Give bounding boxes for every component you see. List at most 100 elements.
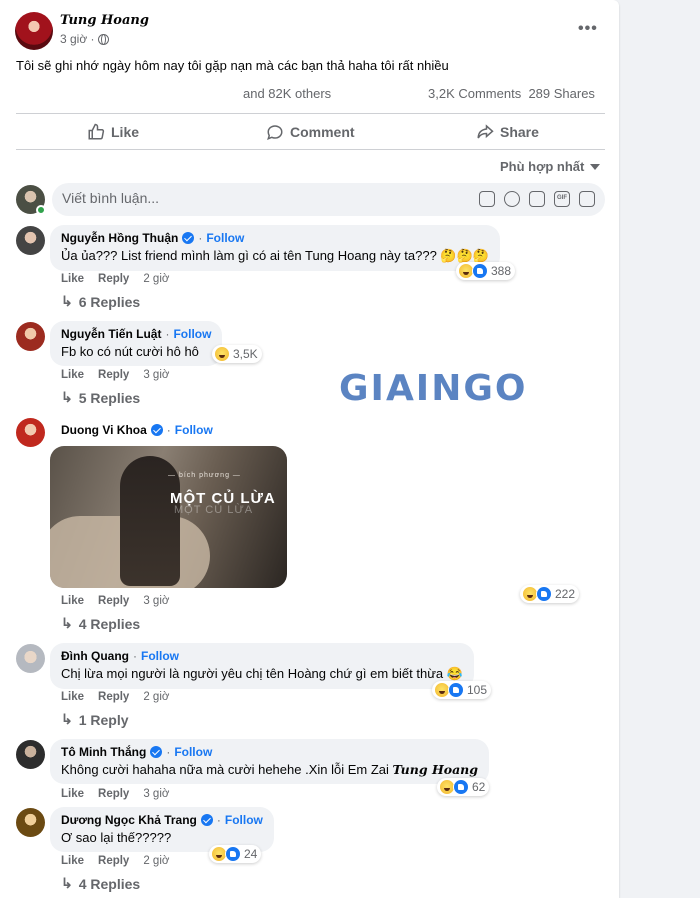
follow-button[interactable]: Follow bbox=[225, 813, 263, 827]
comment-button[interactable]: Comment bbox=[266, 123, 355, 141]
comment-header: Duong Vi Khoa · Follow bbox=[61, 423, 213, 437]
reactions-summary[interactable]: and 82K others bbox=[243, 86, 331, 101]
comment-reply-button[interactable]: Reply bbox=[98, 273, 129, 285]
gif-icon[interactable] bbox=[554, 191, 570, 207]
comment-photo[interactable]: — bích phương — MỘT CỦ LỪA MỘT CỦ LỪA bbox=[50, 446, 287, 588]
comments-count[interactable]: 3,2K Comments bbox=[428, 86, 521, 101]
commenter-name[interactable]: Đình Quang bbox=[61, 649, 129, 663]
comment-time: 3 giờ bbox=[143, 595, 170, 607]
commenter-name[interactable]: Duong Vi Khoa bbox=[61, 423, 147, 437]
author-avatar[interactable] bbox=[15, 12, 53, 50]
emoji-icon[interactable] bbox=[504, 191, 520, 207]
comment-text-row: Không cười hahaha nữa mà cười hehehe .Xi… bbox=[61, 762, 478, 777]
comment-text: Chị lừa mọi người là người yêu chị tên H… bbox=[61, 666, 463, 681]
comment-label: Comment bbox=[290, 124, 355, 140]
comment-like-button[interactable]: Like bbox=[61, 595, 84, 607]
thumbs-up-icon bbox=[88, 123, 105, 140]
comment-reactions[interactable]: 388 bbox=[456, 262, 516, 280]
comment-sort-dropdown[interactable]: Phù hợp nhất bbox=[500, 159, 601, 174]
comment-reply-button[interactable]: Reply bbox=[98, 855, 129, 867]
camera-icon[interactable] bbox=[529, 191, 545, 207]
comment-reactions[interactable]: 3,5K bbox=[212, 345, 262, 363]
comment-reply-button[interactable]: Reply bbox=[98, 595, 129, 607]
post-meta: 3 giờ · bbox=[60, 32, 109, 46]
comment-like-button[interactable]: Like bbox=[61, 691, 84, 703]
commenter-avatar[interactable] bbox=[16, 226, 45, 255]
more-options-icon[interactable]: ••• bbox=[578, 20, 598, 38]
comment-reactions[interactable]: 222 bbox=[520, 585, 580, 603]
share-button[interactable]: Share bbox=[476, 123, 539, 141]
post-author[interactable]: Tung Hoang bbox=[60, 13, 149, 28]
commenter-avatar[interactable] bbox=[16, 644, 45, 673]
comment-text: Ơ sao lại thế????? bbox=[61, 830, 172, 845]
comment-input[interactable] bbox=[62, 190, 462, 206]
comment-text: Ủa ủa??? List friend mình làm gì có ai t… bbox=[61, 248, 489, 263]
verified-badge-icon bbox=[182, 232, 195, 244]
commenter-avatar[interactable] bbox=[16, 808, 45, 837]
reaction-count: 105 bbox=[467, 683, 488, 697]
comment-time: 3 giờ bbox=[143, 369, 170, 381]
post-time[interactable]: 3 giờ · bbox=[60, 32, 95, 46]
comment-bubble: Nguyễn Hồng Thuận · Follow Ủa ủa??? List f… bbox=[50, 225, 500, 271]
comment-like-button[interactable]: Like bbox=[61, 855, 84, 867]
follow-button[interactable]: Follow bbox=[173, 327, 211, 341]
comment-bubble: Nguyễn Tiến Luật · Follow Fb ko có nút cườ… bbox=[50, 321, 223, 366]
watermark-logo: GIAINGO bbox=[339, 368, 528, 409]
commenter-name[interactable]: Tô Minh Thắng bbox=[61, 745, 146, 759]
replies-label: 4 Replies bbox=[78, 615, 141, 632]
caret-down-icon bbox=[590, 163, 601, 170]
follow-button[interactable]: Follow bbox=[206, 231, 244, 245]
comment-icon bbox=[267, 125, 283, 141]
view-replies-button[interactable]: ↳ 4 Replies bbox=[61, 875, 140, 892]
comment-like-button[interactable]: Like bbox=[61, 273, 84, 285]
post-text: Tôi sẽ ghi nhớ ngày hôm nay tôi gặp nạn … bbox=[16, 58, 449, 73]
reply-arrow-icon: ↳ bbox=[61, 711, 73, 727]
comment-composer bbox=[52, 183, 605, 216]
mentioned-user[interactable]: Tung Hoang bbox=[393, 762, 479, 777]
commenter-name[interactable]: Dương Ngọc Khả Trang bbox=[61, 813, 197, 827]
comment-reply-button[interactable]: Reply bbox=[98, 691, 129, 703]
commenter-avatar[interactable] bbox=[16, 740, 45, 769]
replies-label: 6 Replies bbox=[78, 293, 141, 310]
reaction-count: 62 bbox=[472, 780, 486, 794]
follow-button[interactable]: Follow bbox=[141, 649, 179, 663]
commenter-name[interactable]: Nguyễn Hồng Thuận bbox=[61, 231, 178, 245]
comment-reactions[interactable]: 62 bbox=[437, 778, 490, 796]
comment-like-button[interactable]: Like bbox=[61, 369, 84, 381]
reply-arrow-icon: ↳ bbox=[61, 389, 73, 405]
reply-arrow-icon: ↳ bbox=[61, 875, 73, 891]
view-replies-button[interactable]: ↳ 6 Replies bbox=[61, 293, 140, 310]
commenter-avatar[interactable] bbox=[16, 418, 45, 447]
shares-count[interactable]: 289 Shares bbox=[528, 86, 595, 101]
commenter-name[interactable]: Nguyễn Tiến Luật bbox=[61, 327, 161, 341]
comment-time: 2 giờ bbox=[143, 691, 170, 703]
verified-badge-icon bbox=[200, 814, 213, 826]
avatar-sticker-icon[interactable] bbox=[479, 191, 495, 207]
comment-reply-button[interactable]: Reply bbox=[98, 369, 129, 381]
comment-like-button[interactable]: Like bbox=[61, 788, 84, 800]
like-reaction-icon bbox=[225, 846, 241, 862]
online-status-dot bbox=[36, 205, 46, 215]
view-replies-button[interactable]: ↳ 5 Replies bbox=[61, 389, 140, 406]
comment-time: 2 giờ bbox=[143, 855, 170, 867]
comment-reply-button[interactable]: Reply bbox=[98, 788, 129, 800]
comment-text: Không cười hahaha nữa mà cười hehehe .Xi… bbox=[61, 762, 389, 777]
comment-actions: Like Reply 3 giờ bbox=[61, 595, 169, 607]
comment-reactions[interactable]: 24 bbox=[209, 845, 262, 863]
comment-reactions[interactable]: 105 bbox=[432, 681, 492, 699]
photo-artist-text: — bích phương — bbox=[168, 472, 241, 479]
reply-arrow-icon: ↳ bbox=[61, 615, 73, 631]
follow-button[interactable]: Follow bbox=[175, 423, 213, 437]
view-replies-button[interactable]: ↳ 4 Replies bbox=[61, 615, 140, 632]
like-button[interactable]: Like bbox=[87, 123, 139, 141]
comment-time: 2 giờ bbox=[143, 273, 170, 285]
commenter-avatar[interactable] bbox=[16, 322, 45, 351]
view-replies-button[interactable]: ↳ 1 Reply bbox=[61, 711, 129, 728]
replies-label: 5 Replies bbox=[78, 389, 141, 406]
comment-bubble: Đình Quang · Follow Chị lừa mọi người là n… bbox=[50, 643, 474, 689]
sticker-icon[interactable] bbox=[579, 191, 595, 207]
like-label: Like bbox=[111, 124, 140, 140]
like-reaction-icon bbox=[536, 586, 552, 602]
follow-button[interactable]: Follow bbox=[174, 745, 212, 759]
globe-icon bbox=[97, 33, 109, 45]
